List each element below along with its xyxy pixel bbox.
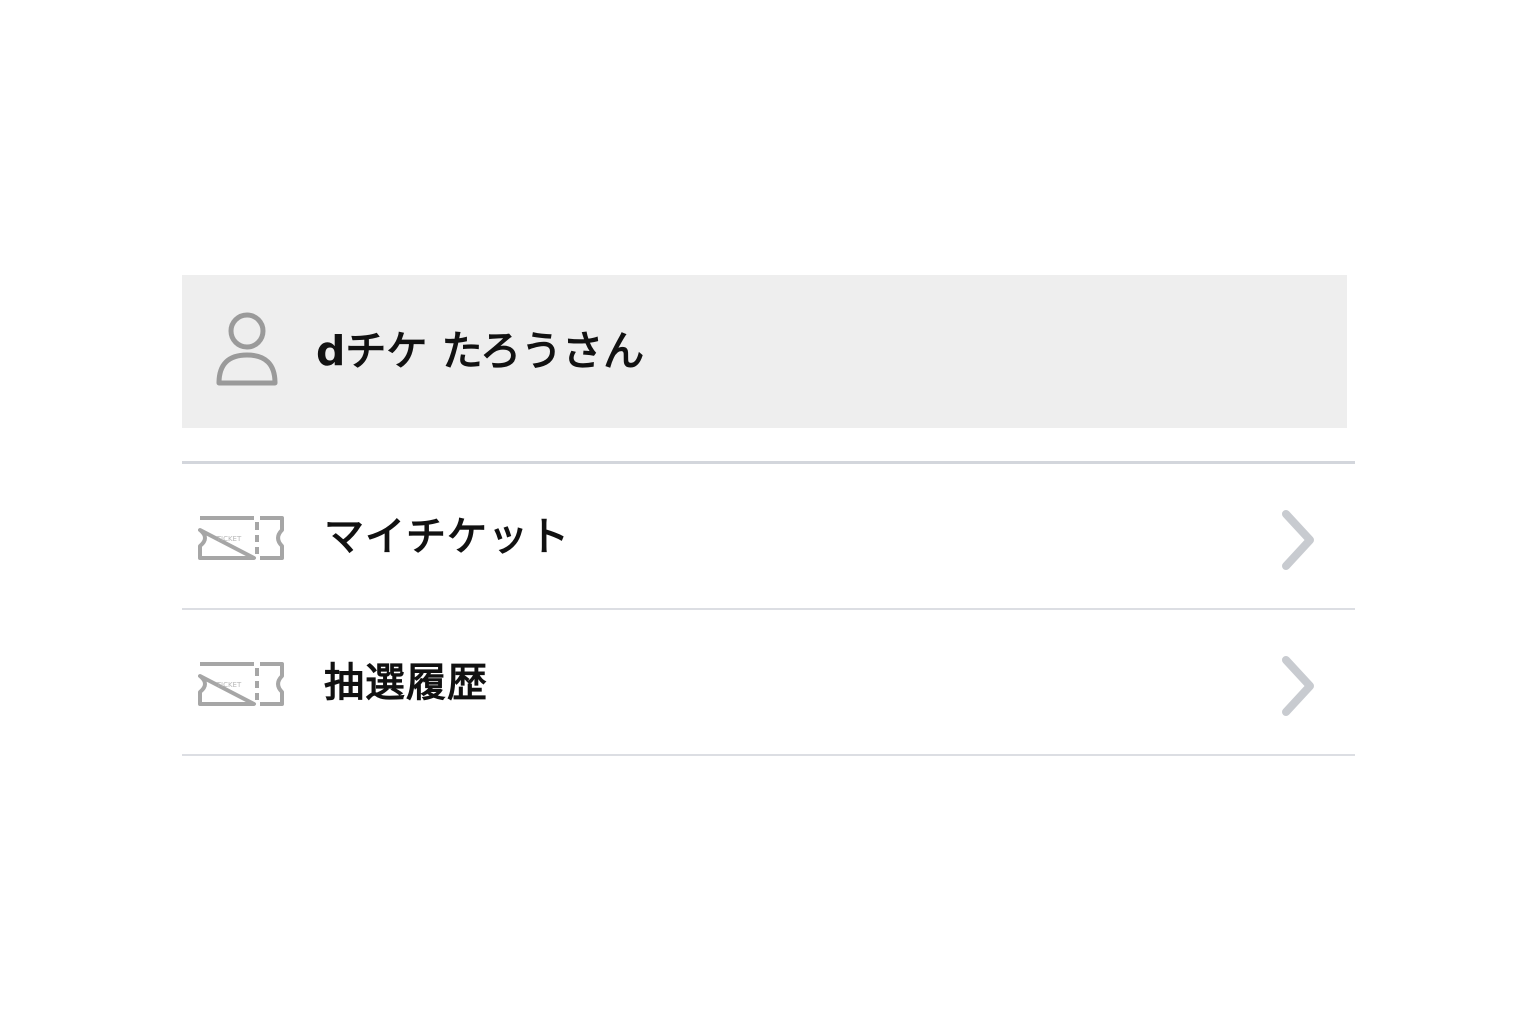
page: dチケ たろうさん TICKET マイチケット TICKET 抽選履歴 (0, 0, 1536, 1024)
user-name: dチケ たろうさん (316, 327, 645, 375)
menu-list: TICKET マイチケット TICKET 抽選履歴 (182, 461, 1355, 756)
chevron-right-icon (1282, 510, 1314, 570)
menu-item-label: 抽選履歴 (324, 660, 488, 706)
user-header: dチケ たろうさん (182, 275, 1347, 428)
svg-text:TICKET: TICKET (216, 681, 242, 689)
svg-text:TICKET: TICKET (216, 535, 242, 543)
ticket-icon: TICKET (198, 662, 284, 706)
chevron-right-icon (1282, 656, 1314, 716)
menu-item-lottery-history[interactable]: TICKET 抽選履歴 (182, 610, 1355, 756)
menu-item-label: マイチケット (324, 514, 570, 560)
ticket-icon: TICKET (198, 516, 284, 560)
user-icon (216, 312, 278, 386)
menu-item-my-ticket[interactable]: TICKET マイチケット (182, 464, 1355, 610)
